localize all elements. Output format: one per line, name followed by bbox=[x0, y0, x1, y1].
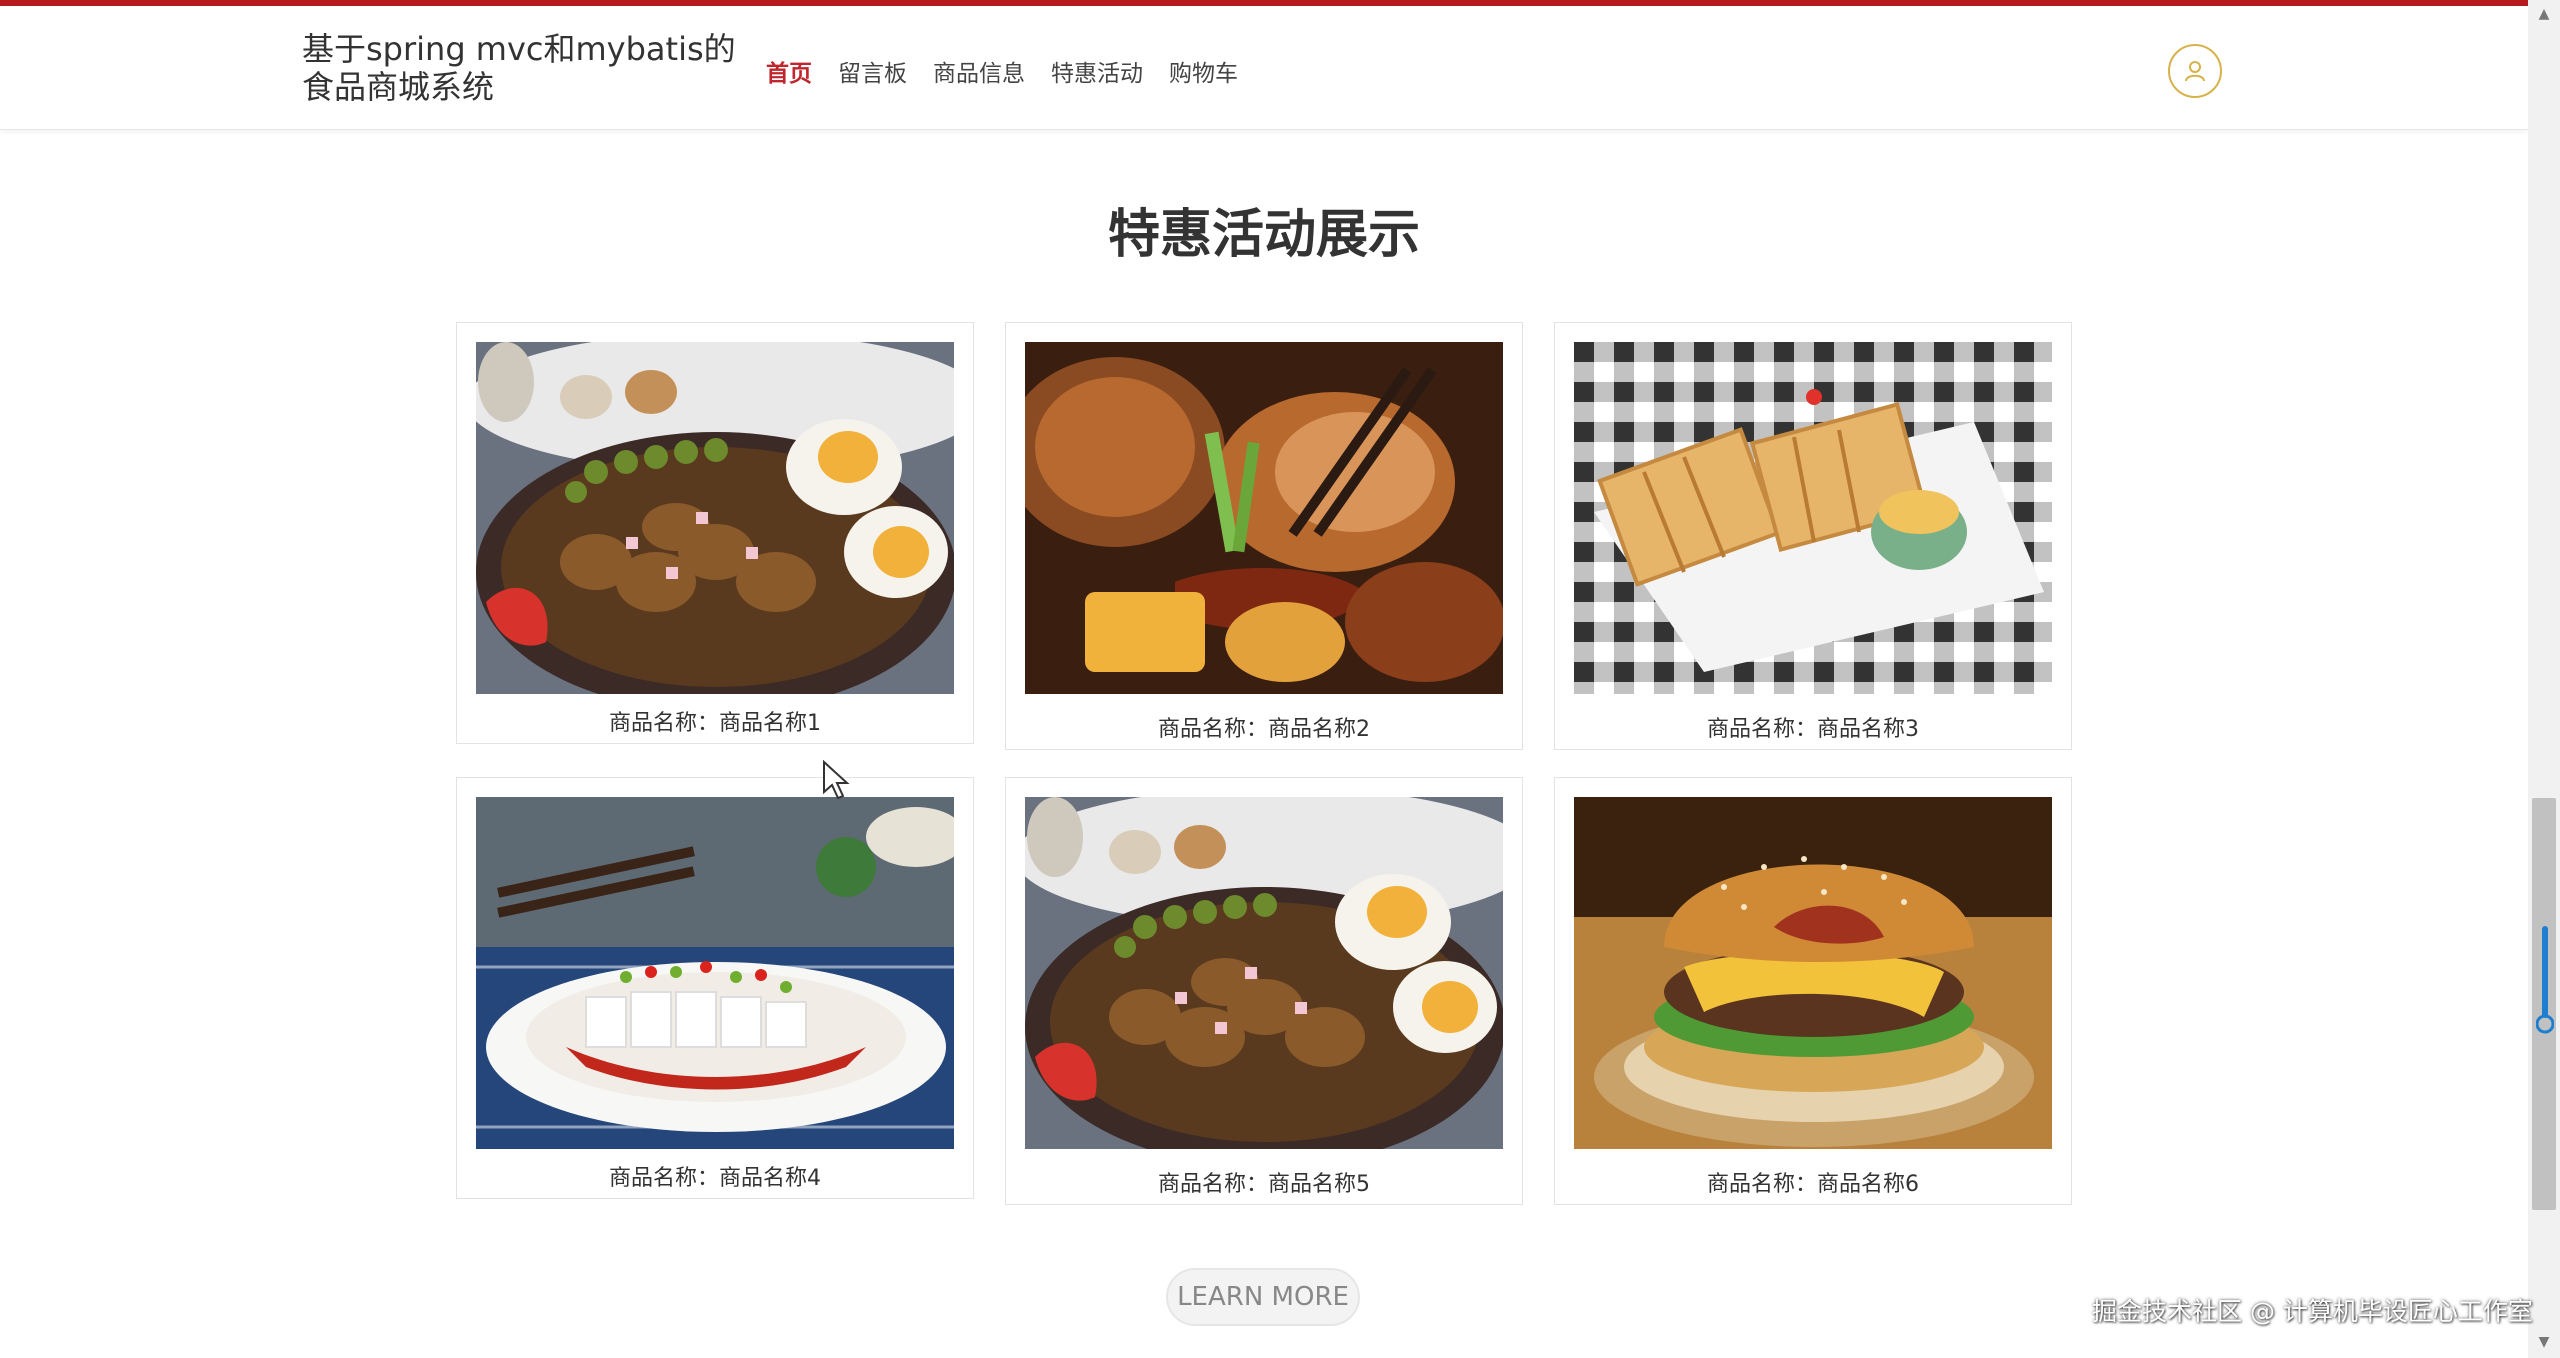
learn-more-button[interactable]: LEARN MORE bbox=[1166, 1268, 1360, 1326]
product-caption[interactable]: 商品名称：商品名称4 bbox=[457, 1160, 973, 1192]
product-caption[interactable]: 商品名称：商品名称6 bbox=[1555, 1166, 2071, 1198]
product-card-5[interactable]: 商品名称：商品名称5 bbox=[1005, 777, 1523, 1205]
product-caption[interactable]: 商品名称：商品名称3 bbox=[1555, 711, 2071, 743]
nav-item-promotions[interactable]: 特惠活动 bbox=[1051, 54, 1143, 94]
scroll-down-icon[interactable]: ▼ bbox=[2536, 1334, 2552, 1350]
product-card-6[interactable]: 商品名称：商品名称6 bbox=[1554, 777, 2072, 1205]
user-icon[interactable] bbox=[2168, 44, 2222, 98]
product-card-3[interactable]: 商品名称：商品名称3 bbox=[1554, 322, 2072, 750]
product-image-cheeseburger[interactable] bbox=[1574, 797, 2052, 1149]
product-card-2[interactable]: 商品名称：商品名称2 bbox=[1005, 322, 1523, 750]
product-image-rice-bowl[interactable] bbox=[476, 342, 954, 694]
scroll-up-icon[interactable]: ▲ bbox=[2536, 6, 2552, 22]
page-scrollbar[interactable]: ▲ ▼ bbox=[2528, 0, 2560, 1358]
nav-item-message-board[interactable]: 留言板 bbox=[838, 54, 907, 94]
product-caption[interactable]: 商品名称：商品名称5 bbox=[1006, 1166, 1522, 1198]
product-card-1[interactable]: 商品名称：商品名称1 bbox=[456, 322, 974, 744]
product-card-4[interactable]: 商品名称：商品名称4 bbox=[456, 777, 974, 1199]
product-image-braised-chicken[interactable] bbox=[1025, 342, 1503, 694]
site-header: 基于spring mvc和mybatis的食品商城系统 首页 留言板 商品信息 … bbox=[0, 6, 2528, 130]
watermark: 掘金技术社区 @ 计算机毕设匠心工作室 bbox=[2092, 1297, 2533, 1326]
nav-item-products[interactable]: 商品信息 bbox=[933, 54, 1025, 94]
product-image-rice-bowl[interactable] bbox=[1025, 797, 1503, 1149]
user-glyph bbox=[2185, 61, 2205, 82]
product-image-chili-jelly-noodles[interactable] bbox=[476, 797, 954, 1149]
site-title: 基于spring mvc和mybatis的食品商城系统 bbox=[302, 30, 736, 106]
nav-item-home[interactable]: 首页 bbox=[766, 54, 812, 94]
main-nav: 首页 留言板 商品信息 特惠活动 购物车 bbox=[766, 54, 1264, 94]
nav-item-cart[interactable]: 购物车 bbox=[1169, 54, 1238, 94]
scroll-indicator-icon bbox=[2536, 926, 2554, 1034]
product-caption[interactable]: 商品名称：商品名称2 bbox=[1006, 711, 1522, 743]
mouse-cursor-icon bbox=[823, 760, 850, 800]
product-image-waffles[interactable] bbox=[1574, 342, 2052, 694]
section-title: 特惠活动展示 bbox=[1107, 205, 1420, 265]
product-caption[interactable]: 商品名称：商品名称1 bbox=[457, 705, 973, 737]
